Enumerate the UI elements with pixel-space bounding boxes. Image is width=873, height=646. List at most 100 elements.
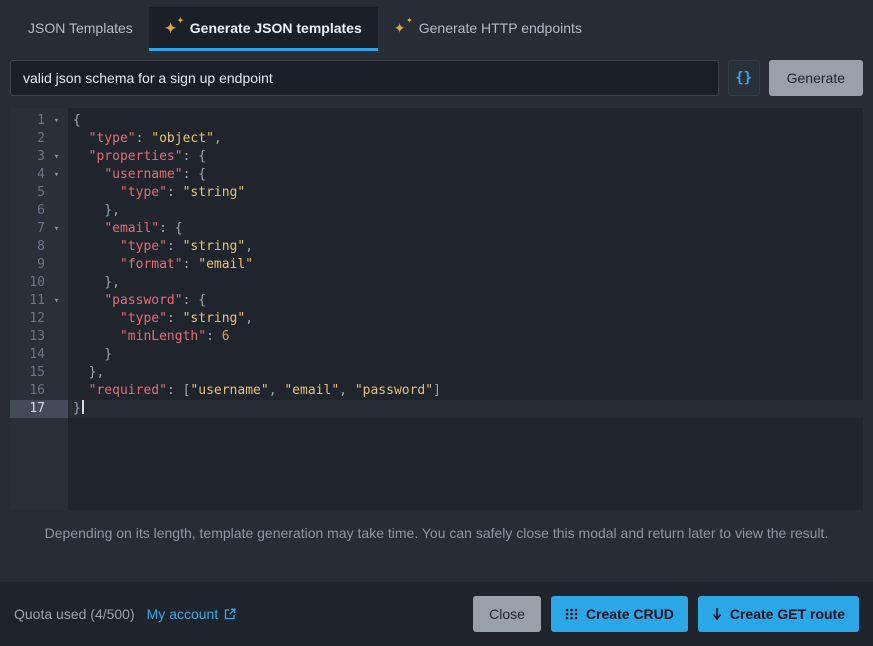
line-gutter: 14 bbox=[10, 346, 68, 364]
line-gutter: 13 bbox=[10, 328, 68, 346]
fold-spacer bbox=[48, 328, 65, 346]
editor-line[interactable]: 15 }, bbox=[10, 364, 863, 382]
line-number: 9 bbox=[10, 256, 48, 274]
fold-arrow-icon[interactable]: ▾ bbox=[48, 112, 65, 130]
editor-line[interactable]: 14 } bbox=[10, 346, 863, 364]
braces-icon: {} bbox=[735, 70, 752, 86]
fold-spacer bbox=[48, 202, 65, 220]
editor-line[interactable]: 9 "format": "email" bbox=[10, 256, 863, 274]
my-account-link[interactable]: My account bbox=[147, 606, 237, 622]
code-line-content: "type": "string", bbox=[68, 238, 863, 256]
fold-spacer bbox=[48, 382, 65, 400]
tab-json-templates[interactable]: JSON Templates bbox=[12, 7, 149, 51]
fold-spacer bbox=[48, 274, 65, 292]
line-number: 1 bbox=[10, 112, 48, 130]
prompt-input[interactable] bbox=[10, 60, 719, 96]
close-button[interactable]: Close bbox=[473, 596, 541, 632]
tab-bar: JSON Templates ✦✦ Generate JSON template… bbox=[0, 0, 873, 58]
line-gutter: 16 bbox=[10, 382, 68, 400]
tab-label: Generate HTTP endpoints bbox=[419, 20, 582, 36]
line-number: 10 bbox=[10, 274, 48, 292]
line-gutter: 7▾ bbox=[10, 220, 68, 238]
sparkles-icon: ✦✦ bbox=[165, 21, 181, 35]
line-gutter: 9 bbox=[10, 256, 68, 274]
code-line-content: "minLength": 6 bbox=[68, 328, 863, 346]
line-number: 13 bbox=[10, 328, 48, 346]
editor-line[interactable]: 11▾ "password": { bbox=[10, 292, 863, 310]
line-number: 2 bbox=[10, 130, 48, 148]
create-crud-button[interactable]: Create CRUD bbox=[551, 596, 688, 632]
line-gutter: 12 bbox=[10, 310, 68, 328]
editor-line[interactable]: 2 "type": "object", bbox=[10, 130, 863, 148]
editor-line[interactable]: 7▾ "email": { bbox=[10, 220, 863, 238]
line-gutter: 1▾ bbox=[10, 112, 68, 130]
editor-lines: 1▾{2 "type": "object",3▾ "properties": {… bbox=[10, 108, 863, 418]
line-number: 5 bbox=[10, 184, 48, 202]
editor-line[interactable]: 10 }, bbox=[10, 274, 863, 292]
code-line-content: "email": { bbox=[68, 220, 863, 238]
code-line-content: "type": "object", bbox=[68, 130, 863, 148]
create-get-route-button[interactable]: Create GET route bbox=[698, 596, 859, 632]
line-number: 11 bbox=[10, 292, 48, 310]
code-line-content: "password": { bbox=[68, 292, 863, 310]
editor-line[interactable]: 6 }, bbox=[10, 202, 863, 220]
editor-line[interactable]: 16 "required": ["username", "email", "pa… bbox=[10, 382, 863, 400]
quota-text: Quota used (4/500) bbox=[14, 606, 135, 622]
footer-left: Quota used (4/500) My account bbox=[14, 606, 236, 622]
editor-line[interactable]: 1▾{ bbox=[10, 112, 863, 130]
code-line-content: { bbox=[68, 112, 863, 130]
code-line-content: "type": "string", bbox=[68, 310, 863, 328]
line-number: 14 bbox=[10, 346, 48, 364]
down-arrow-icon bbox=[712, 607, 722, 621]
line-number: 17 bbox=[10, 400, 48, 418]
generate-button[interactable]: Generate bbox=[769, 60, 863, 96]
line-number: 12 bbox=[10, 310, 48, 328]
json-editor[interactable]: 1▾{2 "type": "object",3▾ "properties": {… bbox=[10, 108, 863, 510]
tab-generate-http-endpoints[interactable]: ✦✦ Generate HTTP endpoints bbox=[378, 7, 598, 51]
prompt-row: {} Generate bbox=[0, 58, 873, 104]
create-crud-label: Create CRUD bbox=[586, 606, 674, 622]
fold-spacer bbox=[48, 130, 65, 148]
footer-right: Close Create CRUD Create GET route bbox=[473, 596, 859, 632]
line-number: 7 bbox=[10, 220, 48, 238]
code-braces-button[interactable]: {} bbox=[728, 60, 760, 96]
line-gutter: 17 bbox=[10, 400, 68, 418]
tab-label: Generate JSON templates bbox=[190, 20, 362, 36]
line-gutter: 8 bbox=[10, 238, 68, 256]
editor-line[interactable]: 12 "type": "string", bbox=[10, 310, 863, 328]
modal-hint-text: Depending on its length, template genera… bbox=[7, 510, 867, 544]
my-account-label: My account bbox=[147, 606, 219, 622]
external-link-icon bbox=[224, 608, 236, 620]
code-line-content: "type": "string" bbox=[68, 184, 863, 202]
tab-generate-json-templates[interactable]: ✦✦ Generate JSON templates bbox=[149, 7, 378, 51]
editor-line[interactable]: 5 "type": "string" bbox=[10, 184, 863, 202]
code-line-content: }, bbox=[68, 364, 863, 382]
editor-line[interactable]: 3▾ "properties": { bbox=[10, 148, 863, 166]
line-gutter: 2 bbox=[10, 130, 68, 148]
fold-arrow-icon[interactable]: ▾ bbox=[48, 148, 65, 166]
line-number: 3 bbox=[10, 148, 48, 166]
fold-arrow-icon[interactable]: ▾ bbox=[48, 220, 65, 238]
editor-line[interactable]: 17} bbox=[10, 400, 863, 418]
editor-line[interactable]: 4▾ "username": { bbox=[10, 166, 863, 184]
line-number: 8 bbox=[10, 238, 48, 256]
fold-spacer bbox=[48, 400, 65, 418]
editor-line[interactable]: 8 "type": "string", bbox=[10, 238, 863, 256]
editor-line[interactable]: 13 "minLength": 6 bbox=[10, 328, 863, 346]
line-gutter: 4▾ bbox=[10, 166, 68, 184]
line-gutter: 15 bbox=[10, 364, 68, 382]
code-line-content: "required": ["username", "email", "passw… bbox=[68, 382, 863, 400]
line-number: 6 bbox=[10, 202, 48, 220]
line-gutter: 6 bbox=[10, 202, 68, 220]
code-line-content: "properties": { bbox=[68, 148, 863, 166]
fold-arrow-icon[interactable]: ▾ bbox=[48, 166, 65, 184]
line-gutter: 11▾ bbox=[10, 292, 68, 310]
fold-spacer bbox=[48, 364, 65, 382]
code-line-content: "format": "email" bbox=[68, 256, 863, 274]
fold-spacer bbox=[48, 238, 65, 256]
line-number: 16 bbox=[10, 382, 48, 400]
line-gutter: 3▾ bbox=[10, 148, 68, 166]
fold-arrow-icon[interactable]: ▾ bbox=[48, 292, 65, 310]
line-number: 15 bbox=[10, 364, 48, 382]
generate-json-modal: JSON Templates ✦✦ Generate JSON template… bbox=[0, 0, 873, 646]
